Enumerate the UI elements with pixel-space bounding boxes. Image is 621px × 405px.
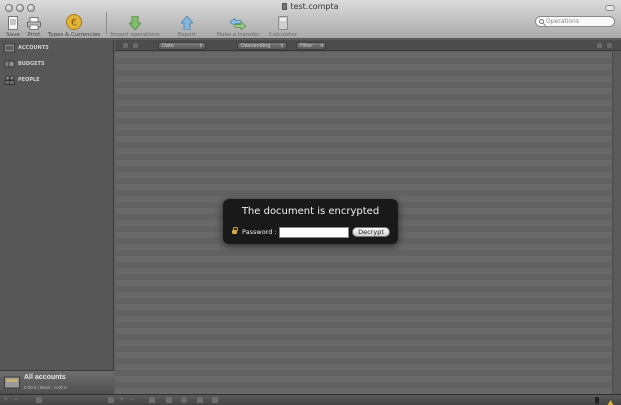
encrypted-document-dialog: The document is encrypted Password : Dec… <box>223 199 398 244</box>
sidebar-item-label: ACCOUNTS <box>18 45 49 51</box>
svg-text:€: € <box>71 18 77 29</box>
info-icon[interactable] <box>36 397 42 403</box>
tag-icon[interactable] <box>166 397 172 403</box>
attachment-icon[interactable] <box>212 397 218 403</box>
people-icon <box>4 75 15 85</box>
app-window: test.compta Save Print € Types & Currenc… <box>0 0 621 405</box>
filter-value: Filter <box>300 43 313 49</box>
arrow-up-icon <box>163 12 211 30</box>
calculator-label: Calculator <box>269 32 297 38</box>
chart-icon[interactable] <box>197 397 203 403</box>
all-accounts-title: All accounts <box>24 374 66 381</box>
all-accounts-summary[interactable]: All accounts 0.00 € | Bank : 0.00 € <box>0 370 114 394</box>
bottom-bar: + − + − <box>0 394 621 405</box>
remove-icon[interactable]: − <box>14 397 18 404</box>
decrypt-button[interactable]: Decrypt <box>352 227 390 237</box>
password-field[interactable] <box>279 227 349 238</box>
print-icon <box>25 12 43 30</box>
accounts-icon <box>4 43 15 53</box>
sort-order-popup[interactable]: Descending ⇕ <box>237 42 287 50</box>
password-label: Password : <box>242 228 277 236</box>
sidebar-item-label: PEOPLE <box>18 77 40 83</box>
all-accounts-balance: 0.00 € | Bank : 0.00 € <box>24 385 67 390</box>
sort-field-popup[interactable]: Date ⇕ <box>158 42 206 50</box>
euro-coin-icon: € <box>46 12 102 30</box>
title-toolbar: test.compta Save Print € Types & Currenc… <box>0 0 621 44</box>
lock-icon[interactable] <box>607 43 612 48</box>
sidebar: ACCOUNTS BUDGETS PEOPLE All accounts 0.0… <box>0 40 114 394</box>
save-button[interactable]: Save <box>5 12 21 38</box>
grid-icon[interactable] <box>108 397 114 403</box>
chevron-updown-icon: ⇕ <box>279 43 284 49</box>
budgets-icon <box>4 59 15 69</box>
battery-icon <box>595 397 599 404</box>
remove-operation-icon[interactable]: − <box>130 397 134 404</box>
list-filter-bar: Date ⇕ Descending ⇕ Filter ▾ <box>115 40 621 51</box>
calculator-icon <box>267 12 299 30</box>
sidebar-item-accounts[interactable]: ACCOUNTS <box>4 42 49 54</box>
reconcile-icon[interactable] <box>181 397 187 403</box>
sidebar-item-label: BUDGETS <box>18 61 45 67</box>
search-placeholder: Operations <box>546 18 579 25</box>
sort-order-value: Descending <box>241 43 271 49</box>
add-operation-icon[interactable]: + <box>120 397 124 404</box>
sort-field-value: Date <box>162 43 174 49</box>
print-button[interactable]: Print <box>25 12 43 38</box>
transfer-arrows-icon <box>215 12 261 30</box>
add-icon[interactable]: + <box>4 397 8 404</box>
types-currencies-button[interactable]: € Types & Currencies <box>46 12 102 38</box>
import-operations-button[interactable]: Import operations <box>110 12 160 38</box>
arrow-down-icon <box>110 12 160 30</box>
save-icon <box>5 12 21 30</box>
duplicate-icon[interactable] <box>149 397 155 403</box>
sidebar-item-budgets[interactable]: BUDGETS <box>4 58 45 70</box>
search-field[interactable]: Operations <box>535 16 615 27</box>
import-operations-label: Import operations <box>110 32 160 38</box>
window-title: test.compta <box>290 2 339 11</box>
make-transfer-button[interactable]: Make a transfer <box>215 12 261 38</box>
types-currencies-label: Types & Currencies <box>47 32 101 38</box>
all-accounts-icon <box>4 375 20 389</box>
dialog-title: The document is encrypted <box>241 206 380 217</box>
warning-icon <box>607 397 614 405</box>
make-transfer-label: Make a transfer <box>216 32 260 38</box>
window-title-bar: test.compta <box>0 2 621 11</box>
vertical-scrollbar[interactable] <box>612 52 621 394</box>
calculator-button[interactable]: Calculator <box>267 12 299 38</box>
previous-icon[interactable] <box>123 43 128 48</box>
chevron-down-icon: ▾ <box>320 43 323 49</box>
save-label: Save <box>6 32 20 38</box>
next-icon[interactable] <box>133 43 138 48</box>
filter-popup[interactable]: Filter ▾ <box>296 42 326 50</box>
chevron-updown-icon: ⇕ <box>198 43 203 49</box>
document-icon <box>282 3 288 10</box>
print-label: Print <box>27 32 41 38</box>
lock-icon <box>232 227 238 234</box>
column-options-icon[interactable] <box>597 43 602 48</box>
toolbar-separator <box>106 12 107 34</box>
sidebar-item-people[interactable]: PEOPLE <box>4 74 40 86</box>
toolbar-toggle-button[interactable] <box>605 5 615 11</box>
search-icon <box>539 19 544 24</box>
